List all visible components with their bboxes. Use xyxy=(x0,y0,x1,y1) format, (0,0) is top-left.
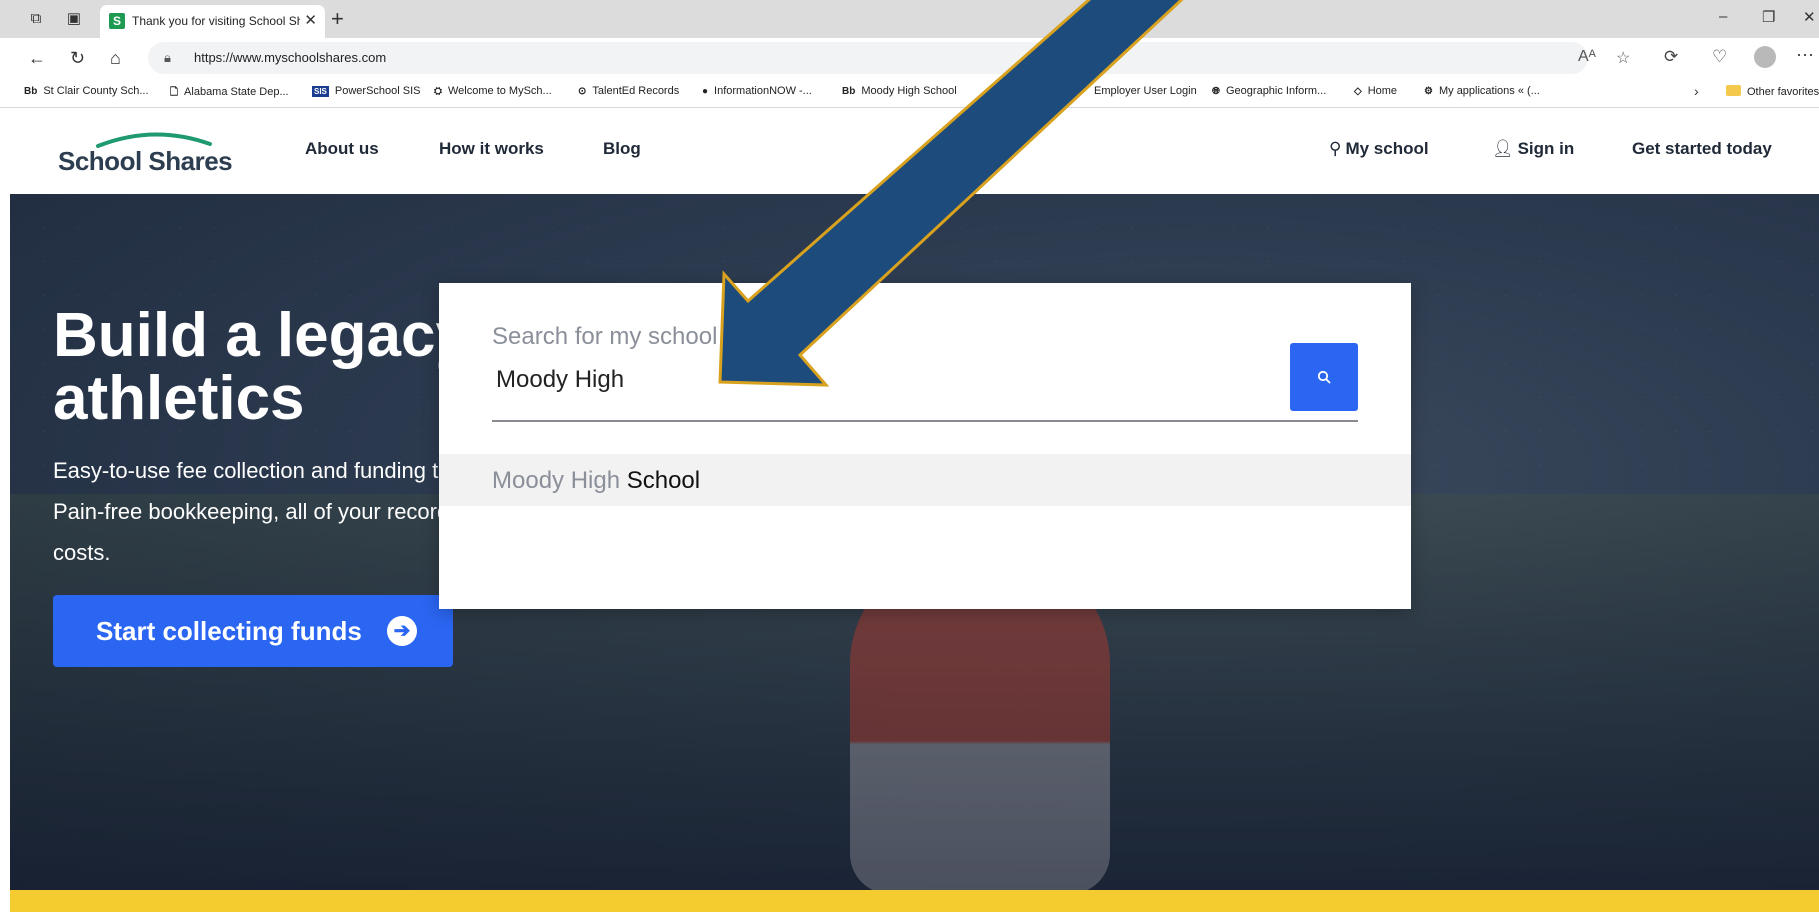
other-favorites[interactable]: Other favorites xyxy=(1726,85,1819,98)
search-underline xyxy=(492,420,1358,422)
school-search-input[interactable] xyxy=(492,360,1252,400)
heart-extension-icon[interactable]: ♡ xyxy=(1712,47,1727,67)
bookmark-item[interactable]: ◇ Home xyxy=(1354,85,1397,97)
search-button[interactable] xyxy=(1290,343,1358,411)
bookmark-item[interactable]: 🌐︎ Geographic Inform... xyxy=(1212,85,1326,97)
nav-sign-in[interactable]: 👤︎ Sign in xyxy=(1492,139,1574,159)
globe-icon: 🌐︎ xyxy=(1212,86,1220,97)
search-result-text: Moody High School xyxy=(492,467,701,494)
yellow-banner xyxy=(10,890,1819,912)
favorite-star-icon[interactable]: ☆ xyxy=(1616,48,1630,68)
more-options-icon[interactable]: ··· xyxy=(1796,44,1814,65)
chevron-right-icon[interactable]: › xyxy=(1694,83,1699,99)
profile-avatar[interactable] xyxy=(1754,46,1776,68)
bookmark-item[interactable]: Bb St Clair County Sch... xyxy=(24,85,149,97)
blackboard-icon: Bb xyxy=(24,86,38,97)
folder-icon xyxy=(1726,85,1741,96)
browser-tab-bar: ⧉ ▣ S Thank you for visiting School Shar… xyxy=(0,0,1819,38)
site-favicon: S xyxy=(109,13,125,29)
read-aloud-icon[interactable]: Aᴬ xyxy=(1578,48,1596,66)
home-icon: ◇ xyxy=(1354,86,1362,97)
nav-how-it-works[interactable]: How it works xyxy=(439,139,544,159)
bookmark-item[interactable]: SIS PowerSchool SIS xyxy=(312,85,421,97)
bookmark-item[interactable]: ⚙ My applications « (... xyxy=(1424,85,1540,97)
tab-title: Thank you for visiting School Shares xyxy=(132,14,300,28)
close-window-icon[interactable]: ✕ xyxy=(1803,8,1816,26)
school-shares-logo[interactable]: School Shares xyxy=(58,122,238,182)
extensions-icon[interactable]: ⟳ xyxy=(1664,47,1678,67)
school-search-panel: Search for my school Moody High School xyxy=(439,283,1411,609)
bookmark-item[interactable]: ⛭ Welcome to MySch... xyxy=(434,85,552,97)
url-text: https://www.myschoolshares.com xyxy=(194,50,387,65)
page-icon: 🗋 xyxy=(170,87,179,98)
nav-blog[interactable]: Blog xyxy=(603,139,641,159)
url-field[interactable]: 🔒︎ https://www.myschoolshares.com Aᴬ ☆ xyxy=(148,42,1630,74)
info-icon: ● xyxy=(702,86,709,97)
refresh-icon[interactable]: ↻ xyxy=(70,47,85,69)
logo-text: School Shares xyxy=(58,146,233,176)
start-collecting-funds-button[interactable]: Start collecting funds ➔ xyxy=(53,595,453,667)
nav-about-us[interactable]: About us xyxy=(305,139,379,159)
lock-icon[interactable]: 🔒︎ xyxy=(164,50,171,66)
browser-tab-active[interactable]: S Thank you for visiting School Shares ✕ xyxy=(100,5,325,38)
minimize-icon[interactable]: – xyxy=(1719,8,1727,25)
restore-icon[interactable]: ❐ xyxy=(1762,8,1775,26)
user-icon: 👤︎ xyxy=(1492,139,1514,158)
bookmarks-bar: Bb St Clair County Sch... 🗋 Alabama State … xyxy=(0,78,1819,108)
nav-my-school[interactable]: ⚲ My school xyxy=(1329,139,1429,159)
gear-icon: ⚙ xyxy=(1424,86,1433,97)
record-icon: ⊙ xyxy=(578,86,587,97)
sis-icon: SIS xyxy=(312,86,329,97)
nav-get-started[interactable]: Get started today xyxy=(1632,139,1772,159)
back-icon[interactable]: ← xyxy=(28,47,46,69)
bookmark-item[interactable]: ⊙ TalentEd Records xyxy=(578,85,679,97)
website-viewport: School Shares About us How it works Blog… xyxy=(10,108,1819,912)
bookmark-item[interactable]: ● InformationNOW -... xyxy=(702,85,812,97)
site-header: School Shares About us How it works Blog… xyxy=(10,108,1819,194)
new-tab-icon[interactable]: + xyxy=(331,7,344,31)
cta-label: Start collecting funds xyxy=(96,616,362,646)
bookmark-item[interactable]: Bb Moody High School xyxy=(842,85,957,97)
tab-actions-icon[interactable]: ▣ xyxy=(64,9,84,29)
search-result-item[interactable]: Moody High School xyxy=(439,454,1411,506)
search-icon: ⚲ xyxy=(1329,139,1342,158)
search-label: Search for my school xyxy=(492,323,718,350)
search-icon xyxy=(1317,370,1331,384)
globe-icon: ⛭ xyxy=(434,86,442,97)
browser-address-bar: ← ↻ ⌂ 🔒︎ https://www.myschoolshares.com … xyxy=(0,38,1819,78)
blackboard-icon: Bb xyxy=(842,86,856,97)
bookmark-item[interactable]: 🗋 Alabama State Dep... xyxy=(170,85,289,102)
bookmark-item[interactable]: Employer User Login xyxy=(1094,85,1197,97)
close-tab-icon[interactable]: ✕ xyxy=(304,11,317,29)
home-icon[interactable]: ⌂ xyxy=(110,47,121,69)
workspaces-icon[interactable]: ⧉ xyxy=(26,9,46,29)
arrow-right-circle-icon: ➔ xyxy=(387,616,417,646)
